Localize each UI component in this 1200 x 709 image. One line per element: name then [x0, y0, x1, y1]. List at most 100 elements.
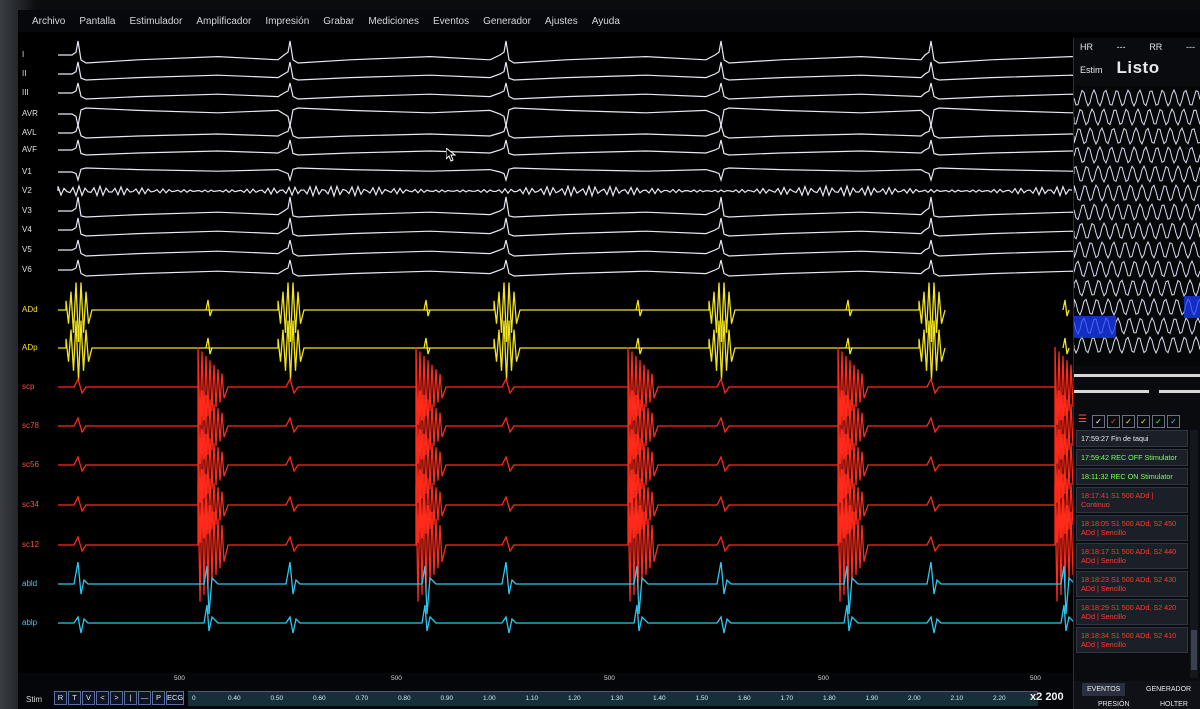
tab-presion[interactable]: PRESIÓN [1098, 701, 1130, 708]
channel-label-avl: AVL [22, 128, 37, 137]
trace-v4 [58, 217, 1073, 237]
channel-label-v2: V2 [22, 186, 32, 195]
channel-label-ii: II [22, 69, 27, 78]
overview-trace [1074, 259, 1200, 279]
stim-label: Stim [26, 695, 42, 704]
trace-abld [58, 561, 1073, 615]
overview-trace [1074, 335, 1200, 355]
event-item[interactable]: 17:59:27 Fin de taqui [1076, 430, 1188, 447]
bottom-bar: Stim R T V < > | — P ECG 500 500 500 500 500 0 0.… [18, 673, 1073, 709]
time-tick-label: 1.80 [823, 695, 836, 702]
filter-red-checkbox[interactable]: ✓ [1107, 414, 1120, 428]
filter-lime-checkbox[interactable]: ✓ [1137, 414, 1150, 428]
tab-holter[interactable]: HOLTER [1160, 701, 1188, 708]
event-item[interactable]: 18:17:41 S1 500 ADd | Continuo [1076, 487, 1188, 513]
channel-label-avf: AVF [22, 145, 37, 154]
overview-trace [1074, 145, 1200, 165]
rr-label: RR [1149, 42, 1163, 52]
event-item[interactable]: 17:59:42 REC OFF Stimulator [1076, 449, 1188, 466]
channel-label-iii: III [22, 88, 29, 97]
estim-label: Estim [1080, 65, 1103, 75]
event-item[interactable]: 18:18:23 S1 500 ADd, S2 430 ADd | Sencil… [1076, 571, 1188, 597]
s1-marker-label: 500 [391, 675, 402, 682]
event-scrollbar[interactable] [1190, 430, 1198, 678]
trace-i [58, 40, 1073, 64]
hr-value: --- [1116, 42, 1126, 52]
event-item[interactable]: 18:11:32 REC ON Stimulator [1076, 468, 1188, 485]
stim-button-dash[interactable]: — [138, 691, 151, 705]
trace-v2 [57, 184, 1073, 198]
hr-rr-header: HR --- RR --- [1074, 38, 1200, 52]
event-filter-toolbar: ✓ ✓ ✓ ✓ ✓ ✓ [1074, 414, 1200, 428]
time-tick-label: 1.60 [738, 695, 751, 702]
channel-label-v1: V1 [22, 167, 32, 176]
event-scroll-thumb[interactable] [1191, 630, 1197, 670]
time-tick-label: 2.10 [950, 695, 964, 702]
channel-label-v5: V5 [22, 245, 32, 254]
trace-ablp [58, 604, 1073, 634]
trace-v1 [58, 167, 1073, 183]
stim-button-v[interactable]: V [82, 691, 95, 705]
rr-value: --- [1185, 42, 1195, 52]
stim-button-prev[interactable]: < [96, 691, 109, 705]
trace-ii [58, 61, 1073, 81]
tab-generador[interactable]: GENERADOR [1146, 686, 1191, 693]
stim-button-next[interactable]: > [110, 691, 123, 705]
time-tick-label: 1.90 [865, 695, 879, 702]
event-item[interactable]: 18:18:29 S1 500 ADd, S2 420 ADd | Sencil… [1076, 599, 1188, 625]
filter-white-checkbox[interactable]: ✓ [1092, 414, 1105, 428]
overview-trace [1074, 202, 1200, 222]
trace-avr [58, 107, 1073, 127]
overview-highlight [1074, 316, 1116, 338]
tab-eventos[interactable]: EVENTOS [1082, 683, 1126, 696]
stim-button-p[interactable]: P [152, 691, 165, 705]
channel-label-v4: V4 [22, 225, 32, 234]
channel-label-add: ADd [22, 305, 38, 314]
filter-blue-checkbox[interactable]: ✓ [1167, 414, 1180, 428]
channel-label-i: I [22, 50, 25, 59]
trace-avf [58, 139, 1073, 156]
filter-yellow-checkbox[interactable]: ✓ [1122, 414, 1135, 428]
trace-v5 [58, 239, 1073, 257]
panel-tabs: EVENTOS GENERADOR PRESIÓN HOLTER [1074, 681, 1200, 709]
time-tick-label: 1.40 [653, 695, 666, 702]
slider-track-1[interactable] [1074, 374, 1200, 377]
overview-trace [1074, 183, 1200, 203]
event-item[interactable]: 18:18:05 S1 500 ADd, S2 450 ADd | Sencil… [1076, 515, 1188, 541]
overview-highlight [1184, 296, 1200, 318]
time-ruler[interactable]: 0 0.40 0.50 0.60 0.70 0.80 0.90 1.00 1.10 1.20 1.3… [188, 691, 1038, 706]
time-tick-label: 0.80 [398, 695, 411, 702]
overview-trace [1074, 126, 1200, 146]
stim-button-bar[interactable]: | [124, 691, 137, 705]
channel-label-sc12: sc12 [22, 540, 39, 549]
channel-label-avr: AVR [22, 109, 38, 118]
trace-add [58, 282, 1070, 343]
time-tick-label: 0.70 [355, 695, 369, 702]
time-tick-label: 2.00 [908, 695, 921, 702]
event-item[interactable]: 18:18:17 S1 500 ADd, S2 440 ADd | Sencil… [1076, 543, 1188, 569]
stim-button-ecg[interactable]: ECG [166, 691, 184, 705]
overview-trace [1074, 278, 1200, 298]
channel-label-ablp: ablp [22, 618, 38, 627]
channel-label-v6: V6 [22, 265, 32, 274]
s1-marker-label: 500 [174, 675, 185, 682]
event-item[interactable]: 18:18:34 S1 500 ADd, S2 410 ADd | Sencil… [1076, 627, 1188, 653]
channel-label-sc78: sc78 [22, 421, 39, 430]
trace-v6 [58, 259, 1073, 277]
stim-button-r[interactable]: R [54, 691, 67, 705]
filter-green-checkbox[interactable]: ✓ [1152, 414, 1165, 428]
time-tick-label: 1.70 [780, 695, 794, 702]
overview-trace [1074, 107, 1200, 127]
time-tick-label: 0.40 [228, 695, 241, 702]
channel-label-abld: abld [22, 579, 38, 588]
trace-v3 [58, 196, 1073, 218]
stim-button-t[interactable]: T [68, 691, 81, 705]
time-tick-label: 0.50 [270, 695, 284, 702]
status-row: Estim Listo [1074, 52, 1200, 78]
slider-track-3[interactable] [1159, 390, 1200, 393]
hr-label: HR [1080, 42, 1093, 52]
slider-track-2[interactable] [1074, 390, 1149, 393]
sliders-area [1074, 374, 1200, 393]
time-tick-label: 1.30 [610, 695, 624, 702]
right-panel: HR --- RR --- Estim Listo ☰ ✓ ✓ ✓ ✓ ✓ ✓ … [1073, 38, 1200, 709]
